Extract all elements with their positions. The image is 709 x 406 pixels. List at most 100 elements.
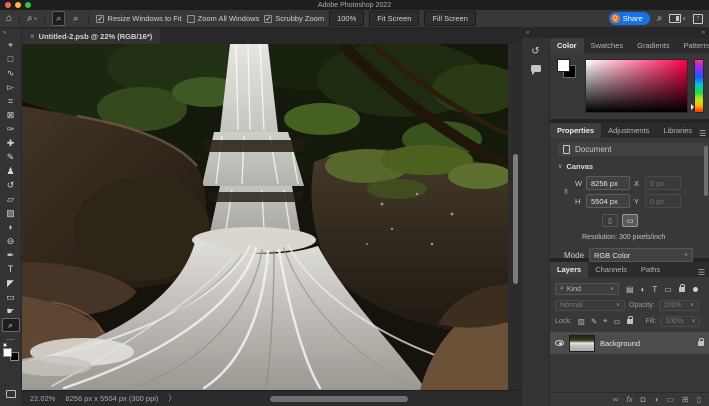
lock-image-pixels-icon[interactable]: ✎ (591, 317, 597, 326)
color-mode-select[interactable]: RGB Color ∨ (589, 248, 693, 262)
filter-adjustment-layers-icon[interactable]: ◐ (641, 285, 646, 294)
tab-patterns[interactable]: Patterns (677, 38, 709, 53)
status-chevron-icon[interactable]: 〉 (168, 393, 176, 404)
canvas-viewport[interactable] (22, 44, 521, 390)
zoom-in-button[interactable]: ⌕ (52, 11, 65, 26)
marquee-tool[interactable]: □ (2, 52, 20, 66)
tab-color[interactable]: Color (550, 38, 584, 53)
x-field[interactable]: 0 px (645, 176, 681, 190)
filter-kind-select[interactable]: ⌕ Kind ∨ (555, 283, 619, 295)
zoom-100-button[interactable]: 100% (329, 11, 364, 26)
properties-scrollbar[interactable] (704, 146, 708, 196)
panel-menu-icon[interactable]: ☰ (698, 268, 709, 277)
search-icon[interactable]: ⌕ (657, 14, 663, 24)
frame-tool[interactable]: ⊠ (2, 108, 20, 122)
version-history-panel-icon[interactable]: ↺ (531, 46, 539, 57)
comments-panel-icon[interactable] (531, 65, 541, 72)
layer-row-background[interactable]: Background (550, 332, 709, 354)
resize-windows-checkbox-group[interactable]: ✓ Resize Windows to Fit (96, 14, 181, 23)
default-colors-icon[interactable] (3, 343, 7, 347)
horizontal-scrollbar[interactable] (270, 396, 408, 402)
tab-adjustments[interactable]: Adjustments (601, 123, 656, 138)
edit-toolbar-icon[interactable]: … (7, 333, 15, 342)
dodge-tool[interactable]: ⊖ (2, 234, 20, 248)
home-icon[interactable]: ⌂ (6, 14, 12, 24)
new-layer-icon[interactable]: ⊞ (682, 395, 689, 404)
layer-thumbnail[interactable] (569, 335, 595, 352)
filter-pixel-layers-icon[interactable]: ▤ (626, 285, 634, 294)
type-tool[interactable]: T (2, 262, 20, 276)
screen-mode-icon[interactable] (6, 390, 16, 398)
pen-tool[interactable]: ✒ (2, 248, 20, 262)
layer-mask-icon[interactable]: ◘ (641, 395, 646, 404)
toolbar-collapse-icon[interactable]: » (0, 28, 9, 38)
fit-screen-button[interactable]: Fit Screen (369, 11, 419, 26)
zoom-tool-preset[interactable]: ⌕ ∨ (27, 14, 37, 24)
filter-type-layers-icon[interactable]: T (652, 285, 657, 294)
landscape-orientation-button[interactable]: ▭ (622, 214, 638, 227)
eyedropper-tool[interactable]: ✑ (2, 122, 20, 136)
object-selection-tool[interactable]: ▻ (2, 80, 20, 94)
hue-slider[interactable] (694, 59, 704, 113)
tab-gradients[interactable]: Gradients (630, 38, 677, 53)
move-tool[interactable]: ⌖ (2, 38, 20, 52)
fill-screen-button[interactable]: Fill Screen (424, 11, 475, 26)
portrait-orientation-button[interactable]: ▯ (602, 214, 618, 227)
tab-paths[interactable]: Paths (634, 262, 667, 277)
link-layers-icon[interactable]: ∞ (613, 395, 619, 404)
foreground-color-swatch[interactable] (557, 59, 570, 72)
hand-tool[interactable]: ☛ (2, 304, 20, 318)
tab-properties[interactable]: Properties (550, 123, 601, 138)
lock-artboard-icon[interactable]: ▭ (613, 317, 620, 326)
lock-all-icon[interactable] (627, 319, 633, 324)
brush-tool[interactable]: ✎ (2, 150, 20, 164)
y-field[interactable]: 0 px (645, 194, 681, 208)
delete-layer-icon[interactable]: ▯ (697, 395, 701, 404)
color-picker-cursor[interactable] (587, 61, 592, 66)
zoom-level[interactable]: 22.02% (30, 394, 55, 403)
layer-effects-icon[interactable]: fx (626, 395, 632, 404)
foreground-background-colors[interactable] (3, 345, 19, 361)
document-tab[interactable]: × Untitled-2.psb @ 22% (RGB/16*) (22, 29, 160, 44)
collapse-panels-icon[interactable]: « (526, 30, 529, 36)
filter-smart-objects-icon[interactable] (679, 287, 685, 292)
link-dimensions-icon[interactable]: ∞ (562, 188, 571, 196)
scrubby-zoom-checkbox-group[interactable]: ✓ Scrubby Zoom (264, 14, 324, 23)
height-field[interactable]: 5504 px (586, 194, 630, 208)
path-selection-tool[interactable]: ◤ (2, 276, 20, 290)
canvas-section-header[interactable]: ∨ Canvas (558, 162, 703, 171)
eraser-tool[interactable]: ▱ (2, 192, 20, 206)
tab-channels[interactable]: Channels (588, 262, 634, 277)
blend-mode-select[interactable]: Normal ∨ (555, 300, 625, 311)
zoom-tool[interactable]: ⌕ (2, 318, 20, 332)
expand-panels-icon[interactable]: » (702, 30, 705, 36)
zoom-all-windows-checkbox-group[interactable]: Zoom All Windows (187, 14, 260, 23)
export-share-icon[interactable]: ↑ (693, 14, 703, 24)
width-field[interactable]: 8256 px (586, 176, 630, 190)
lock-transparent-pixels-icon[interactable]: ▨ (578, 317, 585, 326)
workspace-switcher[interactable]: ∨ (669, 14, 686, 23)
tab-libraries[interactable]: Libraries (656, 123, 699, 138)
fill-select[interactable]: 100% ∨ (660, 316, 700, 327)
rectangle-tool[interactable]: ▭ (2, 290, 20, 304)
lock-position-icon[interactable]: ⌖ (603, 316, 607, 326)
vertical-scrollbar[interactable] (513, 154, 518, 284)
zoom-all-windows-checkbox[interactable] (187, 15, 195, 23)
opacity-select[interactable]: 100% ∨ (659, 300, 699, 311)
lasso-tool[interactable]: ∿ (2, 66, 20, 80)
crop-tool[interactable]: ⌗ (2, 94, 20, 108)
adjustment-layer-icon[interactable]: ◑ (653, 395, 658, 404)
panel-menu-icon[interactable]: ☰ (699, 129, 709, 138)
resize-windows-checkbox[interactable]: ✓ (96, 15, 104, 23)
gradient-tool[interactable]: ▧ (2, 206, 20, 220)
close-tab-icon[interactable]: × (30, 32, 35, 41)
filter-pin-icon[interactable] (693, 287, 698, 292)
foreground-color-chip[interactable] (3, 348, 12, 357)
healing-brush-tool[interactable]: ✚ (2, 136, 20, 150)
tab-swatches[interactable]: Swatches (584, 38, 631, 53)
share-button[interactable]: Q Share (609, 12, 650, 25)
zoom-out-button[interactable]: ⌕ (70, 12, 81, 25)
tab-layers[interactable]: Layers (550, 262, 588, 277)
clone-stamp-tool[interactable]: ♟ (2, 164, 20, 178)
blur-tool[interactable]: ◗ (2, 220, 20, 234)
